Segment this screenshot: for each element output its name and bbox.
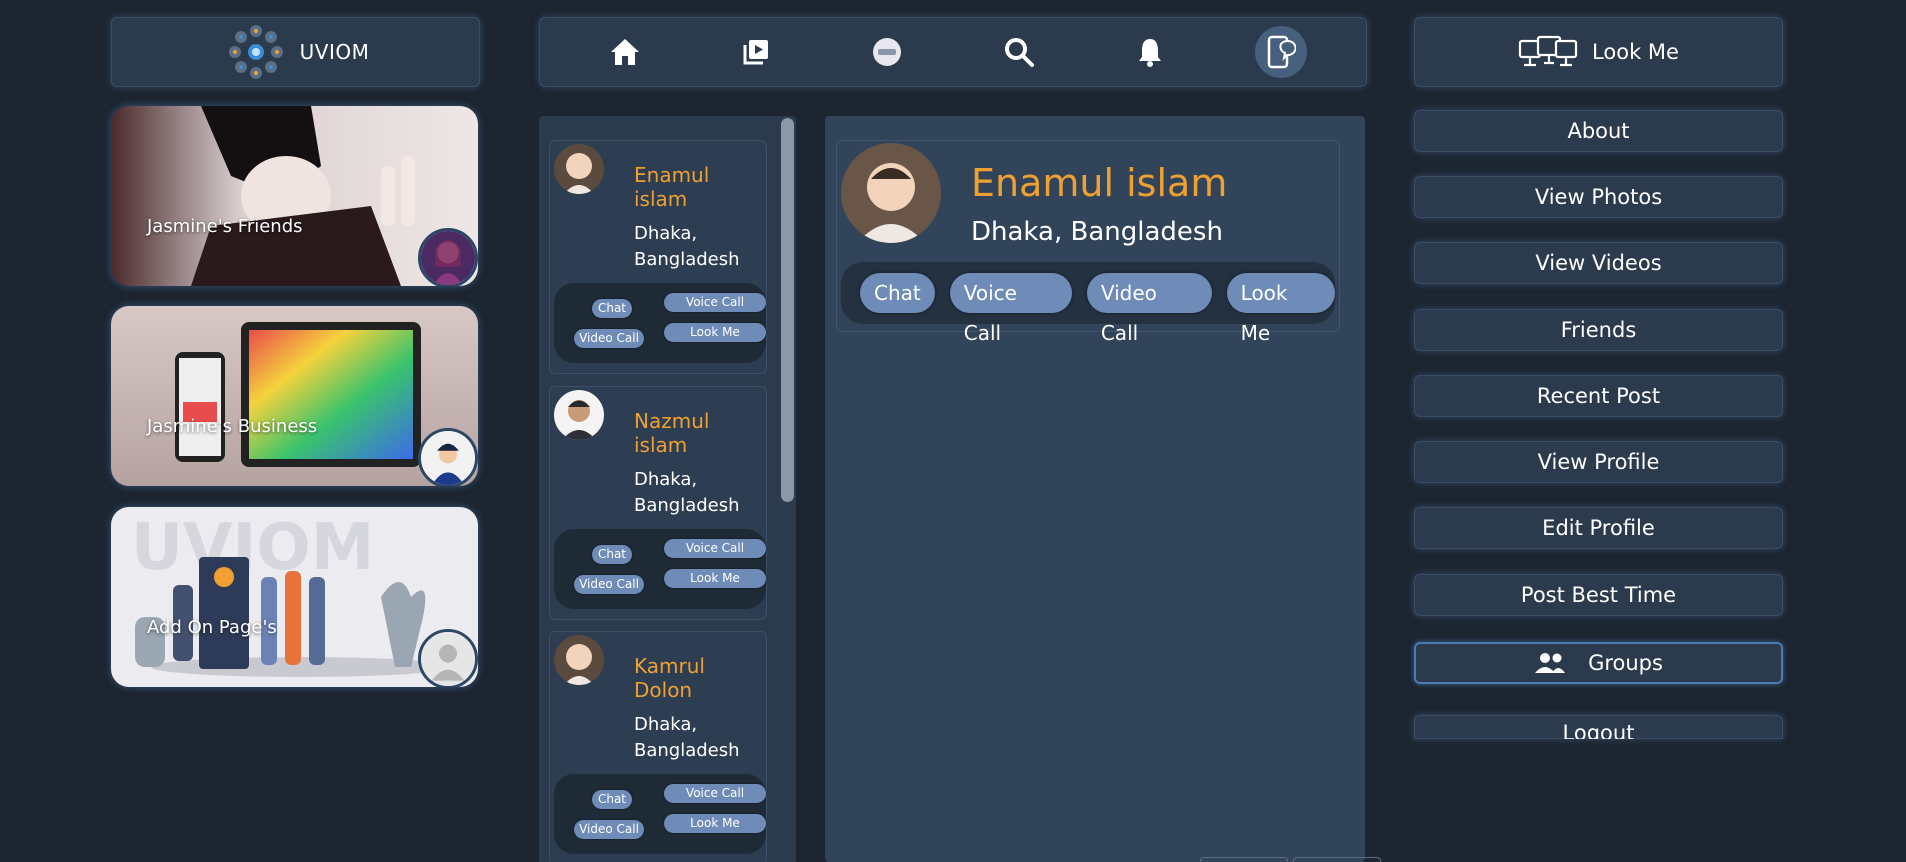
nav-search[interactable] (993, 26, 1045, 78)
look-me-button[interactable]: Look Me (1226, 273, 1335, 345)
contact-name[interactable]: Kamrul Dolon (634, 654, 754, 702)
home-icon (610, 39, 639, 65)
voice-call-button[interactable]: Voice Call (664, 539, 766, 558)
chat-button[interactable]: Chat (592, 299, 632, 318)
menu-view-profile[interactable]: View Profile (1414, 441, 1783, 483)
contact-location: Dhaka, Bangladesh (634, 469, 740, 516)
contact-item[interactable]: Kamrul Dolon Dhaka, Bangladesh Chat Vide… (549, 631, 767, 862)
phone-chat-icon (1268, 35, 1297, 69)
menu-edit-profile[interactable]: Edit Profile (1414, 507, 1783, 549)
card-label: Jasmine's Friends (147, 216, 303, 237)
menu-logout[interactable]: Logout (1414, 715, 1783, 739)
contact-actions: Chat Video Call Voice Call Look Me (554, 774, 766, 854)
partial-button[interactable] (1200, 857, 1288, 862)
voice-call-button[interactable]: Voice Call (664, 293, 766, 312)
video-library-icon (743, 40, 768, 65)
contact-name[interactable]: Enamul islam (634, 163, 754, 211)
avatar[interactable] (418, 428, 478, 486)
video-call-button[interactable]: Video Call (1086, 273, 1212, 345)
menu-about[interactable]: About (1414, 110, 1783, 152)
video-call-button[interactable]: Video Call (574, 575, 644, 594)
voice-call-button[interactable]: Voice Call (949, 273, 1072, 345)
chat-button[interactable]: Chat (592, 545, 632, 564)
bell-icon (1138, 39, 1161, 67)
avatar-placeholder[interactable] (418, 629, 478, 687)
avatar[interactable] (554, 144, 604, 194)
brand-name: UVIOM (299, 40, 370, 64)
uviom-logo-icon (228, 25, 283, 79)
contact-name[interactable]: Nazmul islam (634, 409, 754, 457)
nav-videos[interactable] (730, 26, 782, 78)
video-call-button[interactable]: Video Call (574, 329, 644, 348)
profile-actions: Chat Voice Call Video Call Look Me (841, 262, 1335, 345)
avatar[interactable] (418, 228, 478, 286)
svg-text:UVIOM: UVIOM (131, 511, 374, 585)
contact-actions: Chat Video Call Voice Call Look Me (554, 529, 766, 609)
menu-groups[interactable]: Groups (1414, 642, 1783, 684)
look-me-button[interactable]: Look Me (664, 569, 766, 588)
profile-location: Dhaka, Bangladesh (971, 217, 1223, 247)
nav-notifications[interactable] (1124, 26, 1176, 78)
nav-uviom-live[interactable] (861, 26, 913, 78)
card-label: Jasmine's Business (147, 416, 318, 437)
search-icon (1004, 38, 1034, 67)
contact-list-scrollbar[interactable] (781, 118, 794, 502)
contact-item[interactable]: Nazmul islam Dhaka, Bangladesh Chat Vide… (549, 386, 767, 620)
nav-home[interactable] (599, 26, 651, 78)
look-me-header[interactable]: Look Me (1414, 17, 1783, 87)
card-add-on-pages[interactable]: UVIOM Add On Page's (111, 507, 478, 687)
contact-list[interactable]: Enamul islam Dhaka, Bangladesh Chat Vide… (539, 116, 796, 862)
partial-button[interactable] (1293, 857, 1381, 862)
contact-item[interactable]: Enamul islam Dhaka, Bangladesh Chat Vide… (549, 140, 767, 374)
chat-button[interactable]: Chat (592, 790, 632, 809)
contact-actions: Chat Video Call Voice Call Look Me (554, 283, 766, 363)
look-me-button[interactable]: Look Me (664, 323, 766, 342)
profile-avatar[interactable] (841, 143, 941, 243)
brand-logo-box[interactable]: UVIOM (111, 17, 480, 87)
menu-view-videos[interactable]: View Videos (1414, 242, 1783, 284)
voice-call-button[interactable]: Voice Call (664, 784, 766, 803)
profile-name: Enamul islam (971, 161, 1228, 205)
menu-post-best-time[interactable]: Post Best Time (1414, 574, 1783, 616)
video-call-button[interactable]: Video Call (574, 820, 644, 839)
avatar[interactable] (554, 635, 604, 685)
menu-groups-label: Groups (1588, 651, 1663, 675)
contact-location: Dhaka, Bangladesh (634, 223, 740, 270)
multi-screen-icon (1518, 35, 1578, 67)
card-label: Add On Page's (147, 617, 277, 638)
card-jasmines-friends[interactable]: Jasmine's Friends (111, 106, 478, 286)
look-me-button[interactable]: Look Me (664, 814, 766, 833)
look-me-title: Look Me (1592, 40, 1679, 64)
menu-recent-post[interactable]: Recent Post (1414, 375, 1783, 417)
menu-view-photos[interactable]: View Photos (1414, 176, 1783, 218)
card-jasmines-business[interactable]: Jasmine's Business (111, 306, 478, 486)
groups-icon (1535, 653, 1566, 673)
uviom-live-icon (873, 38, 902, 66)
nav-phone-chat[interactable] (1255, 26, 1308, 78)
contact-location: Dhaka, Bangladesh (634, 714, 740, 761)
avatar[interactable] (554, 390, 604, 440)
top-navbar (539, 17, 1367, 87)
chat-button[interactable]: Chat (860, 273, 935, 313)
menu-friends[interactable]: Friends (1414, 309, 1783, 351)
